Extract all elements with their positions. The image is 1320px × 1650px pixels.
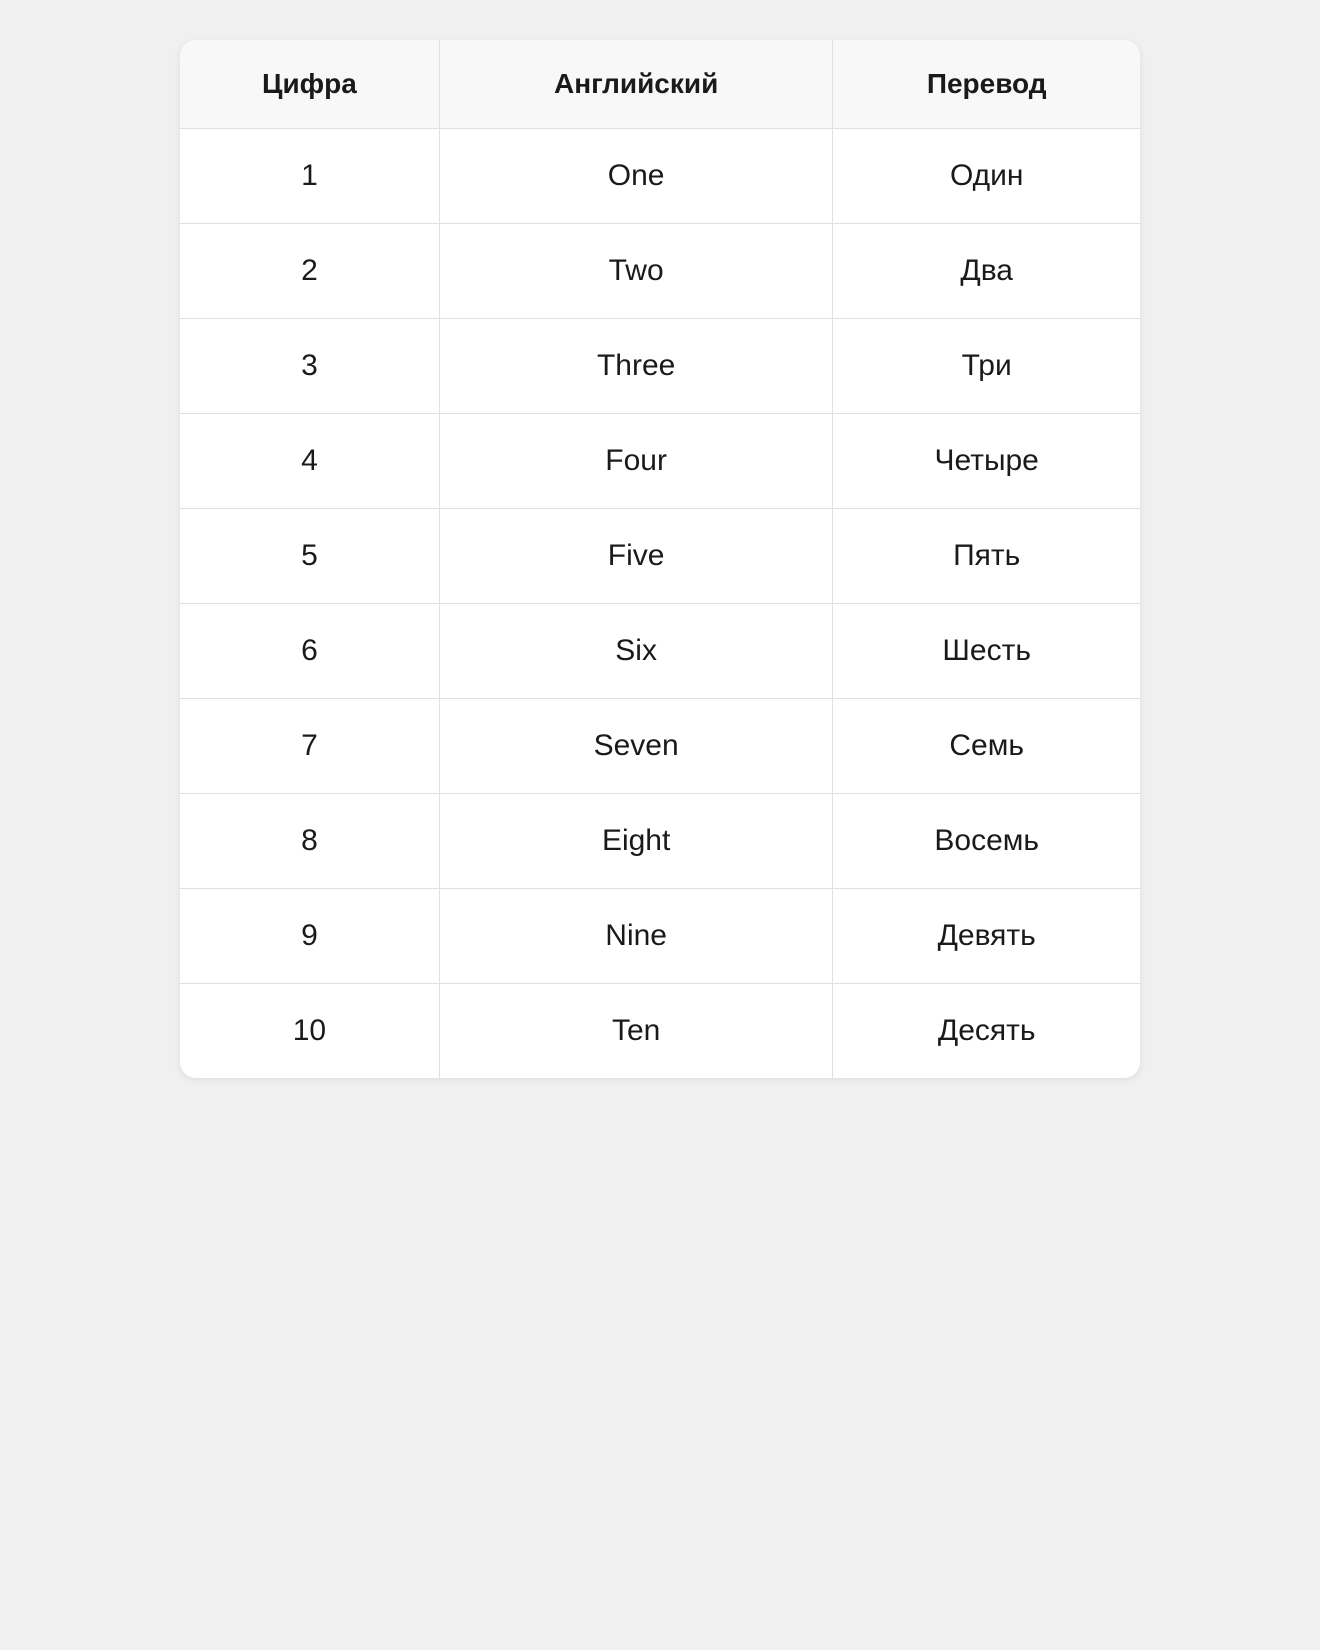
cell-number: 9 bbox=[180, 889, 439, 984]
digit-header: Цифра bbox=[180, 40, 439, 129]
cell-english: Eight bbox=[439, 794, 833, 889]
cell-russian: Два bbox=[833, 224, 1140, 319]
table-row: 9NineДевять bbox=[180, 889, 1140, 984]
cell-number: 5 bbox=[180, 509, 439, 604]
table-row: 6SixШесть bbox=[180, 604, 1140, 699]
cell-russian: Восемь bbox=[833, 794, 1140, 889]
cell-number: 3 bbox=[180, 319, 439, 414]
cell-english: One bbox=[439, 129, 833, 224]
cell-russian: Четыре bbox=[833, 414, 1140, 509]
cell-russian: Пять bbox=[833, 509, 1140, 604]
table-row: 5FiveПять bbox=[180, 509, 1140, 604]
cell-english: Three bbox=[439, 319, 833, 414]
table-row: 7SevenСемь bbox=[180, 699, 1140, 794]
cell-russian: Семь bbox=[833, 699, 1140, 794]
cell-russian: Один bbox=[833, 129, 1140, 224]
cell-russian: Десять bbox=[833, 984, 1140, 1079]
cell-english: Four bbox=[439, 414, 833, 509]
table-row: 8EightВосемь bbox=[180, 794, 1140, 889]
table-row: 10TenДесять bbox=[180, 984, 1140, 1079]
cell-number: 1 bbox=[180, 129, 439, 224]
cell-english: Five bbox=[439, 509, 833, 604]
table-row: 3ThreeТри bbox=[180, 319, 1140, 414]
cell-english: Six bbox=[439, 604, 833, 699]
english-header: Английский bbox=[439, 40, 833, 129]
cell-number: 10 bbox=[180, 984, 439, 1079]
table-row: 4FourЧетыре bbox=[180, 414, 1140, 509]
cell-number: 7 bbox=[180, 699, 439, 794]
cell-russian: Шесть bbox=[833, 604, 1140, 699]
cell-number: 4 bbox=[180, 414, 439, 509]
cell-russian: Девять bbox=[833, 889, 1140, 984]
cell-english: Nine bbox=[439, 889, 833, 984]
cell-english: Ten bbox=[439, 984, 833, 1079]
table-header-row: Цифра Английский Перевод bbox=[180, 40, 1140, 129]
cell-russian: Три bbox=[833, 319, 1140, 414]
cell-english: Seven bbox=[439, 699, 833, 794]
cell-english: Two bbox=[439, 224, 833, 319]
cell-number: 8 bbox=[180, 794, 439, 889]
table-row: 2TwoДва bbox=[180, 224, 1140, 319]
numbers-table-container: Цифра Английский Перевод 1OneОдин2TwoДва… bbox=[180, 40, 1140, 1078]
cell-number: 2 bbox=[180, 224, 439, 319]
cell-number: 6 bbox=[180, 604, 439, 699]
table-row: 1OneОдин bbox=[180, 129, 1140, 224]
numbers-table: Цифра Английский Перевод 1OneОдин2TwoДва… bbox=[180, 40, 1140, 1078]
translation-header: Перевод bbox=[833, 40, 1140, 129]
